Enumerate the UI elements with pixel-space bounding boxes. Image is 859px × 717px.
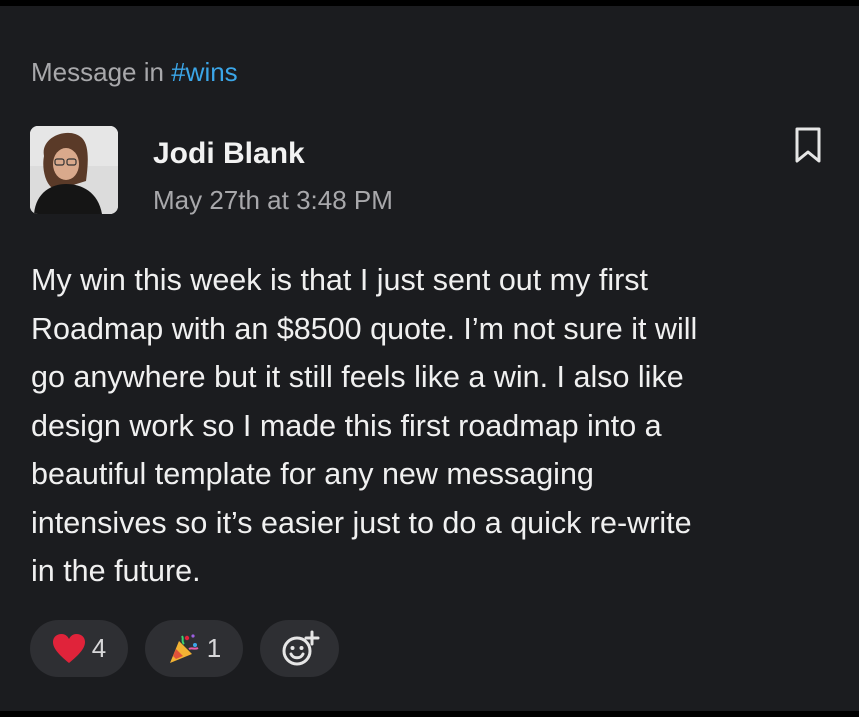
add-reaction-button[interactable] [260, 620, 339, 677]
message-line: go anywhere but it still feels like a wi… [31, 360, 684, 394]
channel-link[interactable]: #wins [171, 57, 237, 87]
party-popper-icon [167, 632, 201, 666]
bookmark-icon[interactable] [790, 125, 826, 165]
reaction-count: 1 [206, 633, 222, 663]
message-line: design work so I made this first roadmap… [31, 408, 662, 443]
avatar-image [30, 126, 118, 214]
context-prefix: Message in [31, 57, 164, 87]
add-reaction-icon [280, 630, 320, 668]
heart-icon [52, 633, 86, 665]
message-context: Message in #wins [31, 55, 238, 89]
avatar[interactable] [30, 126, 118, 214]
heart-reaction-button[interactable]: 4 [30, 620, 128, 677]
message-body: My win this week is that I just sent out… [31, 256, 821, 596]
timestamp[interactable]: May 27th at 3:48 PM [153, 183, 393, 217]
reactions-bar: 4 1 [30, 620, 339, 677]
message-line: intensives so it’s easier just to do a q… [31, 505, 692, 540]
author-name[interactable]: Jodi Blank [153, 136, 305, 172]
message-panel: Message in #wins Jodi Blank May 27th at … [0, 6, 859, 711]
message-line: My win this week is that I just sent out… [31, 263, 648, 297]
message-line: beautiful template for any new messaging [31, 457, 594, 491]
message-line: Roadmap with an $8500 quote. I’m not sur… [31, 311, 698, 346]
party-reaction-button[interactable]: 1 [145, 620, 243, 677]
reaction-count: 4 [91, 633, 107, 663]
message-line: in the future. [31, 554, 201, 588]
